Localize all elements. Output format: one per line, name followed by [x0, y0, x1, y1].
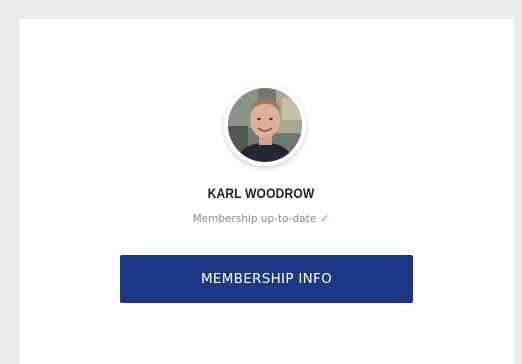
member-name: KARL WOODROW: [207, 185, 315, 201]
avatar: [228, 88, 302, 162]
membership-info-button-label: MEMBERSHIP INFO: [200, 271, 333, 287]
membership-info-button[interactable]: MEMBERSHIP INFO: [120, 255, 413, 303]
membership-status-text: Membership up-to-date: [192, 213, 317, 225]
check-icon: ✓: [320, 212, 330, 225]
membership-status: Membership up-to-date ✓: [0, 212, 522, 225]
avatar-frame: [224, 84, 306, 166]
